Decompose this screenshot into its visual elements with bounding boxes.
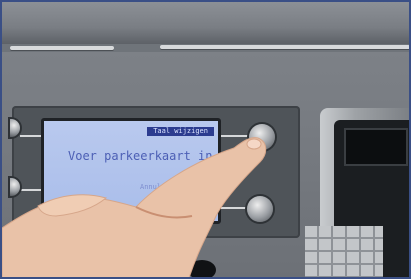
photo-frame: Taal wijzigen Voer parkeerkaart in Annul… — [0, 0, 411, 279]
fingernail — [246, 138, 262, 150]
hand-illustration — [2, 137, 267, 277]
